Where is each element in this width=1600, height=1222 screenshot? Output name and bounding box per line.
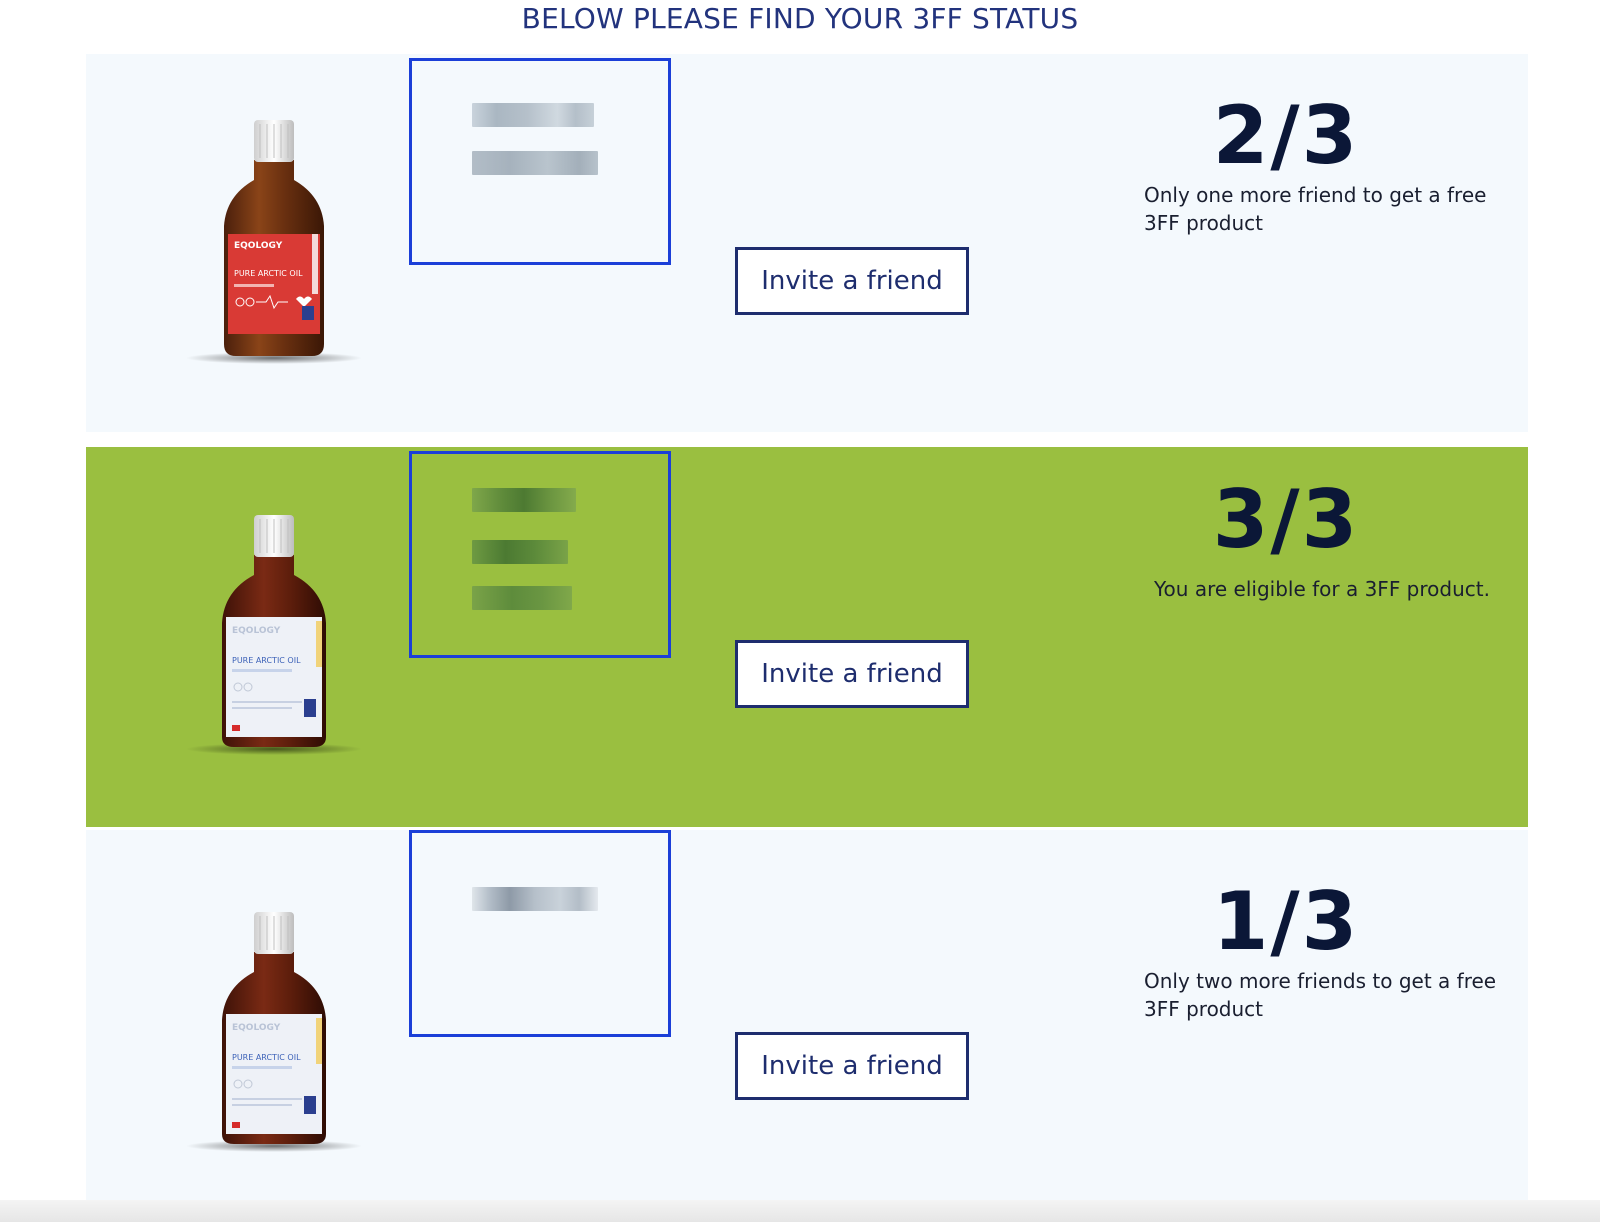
status-row-3: EQOLOGY PURE ARCTIC OIL Invite a friend … bbox=[86, 830, 1528, 1222]
redacted-text bbox=[472, 540, 568, 564]
invite-friend-button[interactable]: Invite a friend bbox=[735, 640, 969, 708]
status-count: 2/3 bbox=[1212, 89, 1360, 182]
svg-text:PURE ARCTIC OIL: PURE ARCTIC OIL bbox=[232, 656, 301, 665]
svg-text:PURE ARCTIC OIL: PURE ARCTIC OIL bbox=[232, 1053, 301, 1062]
status-message: Only one more friend to get a free 3FF p… bbox=[1144, 183, 1487, 235]
redacted-text bbox=[472, 103, 594, 127]
redacted-text bbox=[472, 586, 572, 610]
svg-text:EQOLOGY: EQOLOGY bbox=[232, 1023, 281, 1033]
redacted-text bbox=[472, 887, 598, 911]
referral-info-box bbox=[409, 830, 671, 1037]
redacted-text bbox=[472, 488, 576, 512]
referral-info-box bbox=[409, 58, 671, 265]
status-message: Only two more friends to get a free 3FF … bbox=[1144, 969, 1497, 1021]
status-row-2: EQOLOGY PURE ARCTIC OIL Invite a friend … bbox=[86, 447, 1528, 827]
invite-friend-button[interactable]: Invite a friend bbox=[735, 247, 969, 315]
svg-text:EQOLOGY: EQOLOGY bbox=[234, 241, 283, 251]
status-row-1: EQOLOGY PURE ARCTIC OIL Invite a friend … bbox=[86, 54, 1528, 432]
white-oil-bottle-icon: EQOLOGY PURE ARCTIC OIL bbox=[184, 908, 364, 1168]
status-count: 1/3 bbox=[1212, 875, 1360, 968]
redacted-text bbox=[472, 151, 598, 175]
svg-text:EQOLOGY: EQOLOGY bbox=[232, 626, 281, 636]
status-message: You are eligible for a 3FF product. bbox=[1154, 577, 1490, 601]
status-count: 3/3 bbox=[1212, 473, 1360, 566]
red-oil-bottle-icon: EQOLOGY PURE ARCTIC OIL bbox=[184, 116, 364, 376]
referral-info-box bbox=[409, 451, 671, 658]
svg-text:PURE ARCTIC OIL: PURE ARCTIC OIL bbox=[234, 269, 303, 278]
invite-friend-button[interactable]: Invite a friend bbox=[735, 1032, 969, 1100]
white-oil-bottle-icon: EQOLOGY PURE ARCTIC OIL bbox=[184, 511, 364, 771]
page-title: BELOW PLEASE FIND YOUR 3FF STATUS bbox=[521, 2, 1079, 35]
page-bottom-edge bbox=[0, 1200, 1600, 1222]
